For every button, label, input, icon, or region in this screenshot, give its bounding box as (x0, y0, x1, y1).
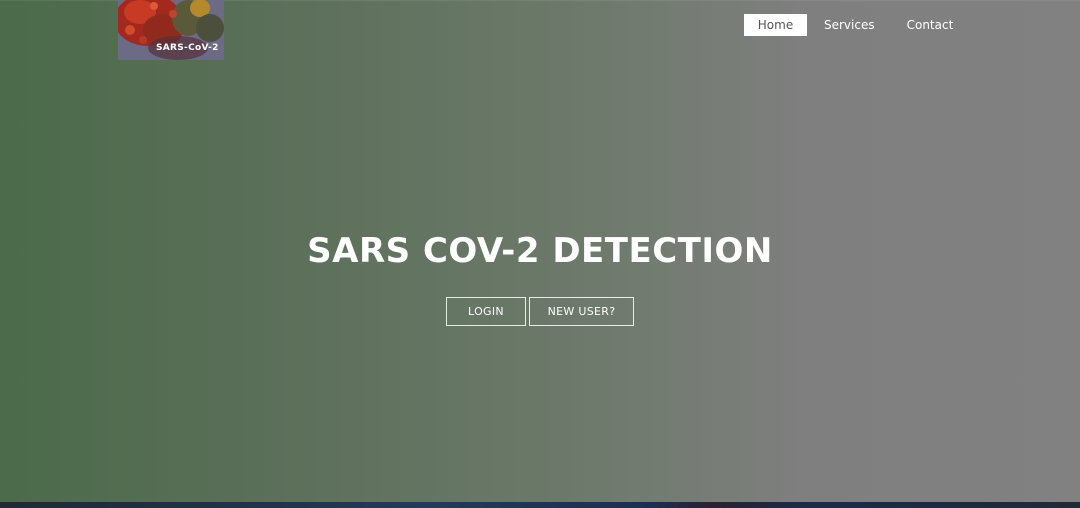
page-title: SARS COV-2 DETECTION (307, 231, 773, 271)
nav-contact[interactable]: Contact (907, 14, 954, 36)
nav-services[interactable]: Services (824, 14, 875, 36)
nav-home[interactable]: Home (744, 14, 807, 36)
site-logo[interactable]: SARS-CoV-2 (118, 0, 224, 60)
hero-actions: LOGIN NEW USER? (446, 297, 634, 326)
new-user-button[interactable]: NEW USER? (529, 297, 634, 326)
taskbar-edge (0, 502, 1080, 508)
main-nav: Home Services Contact (744, 14, 953, 36)
logo-text: SARS-CoV-2 (156, 43, 219, 53)
login-button[interactable]: LOGIN (446, 297, 526, 326)
